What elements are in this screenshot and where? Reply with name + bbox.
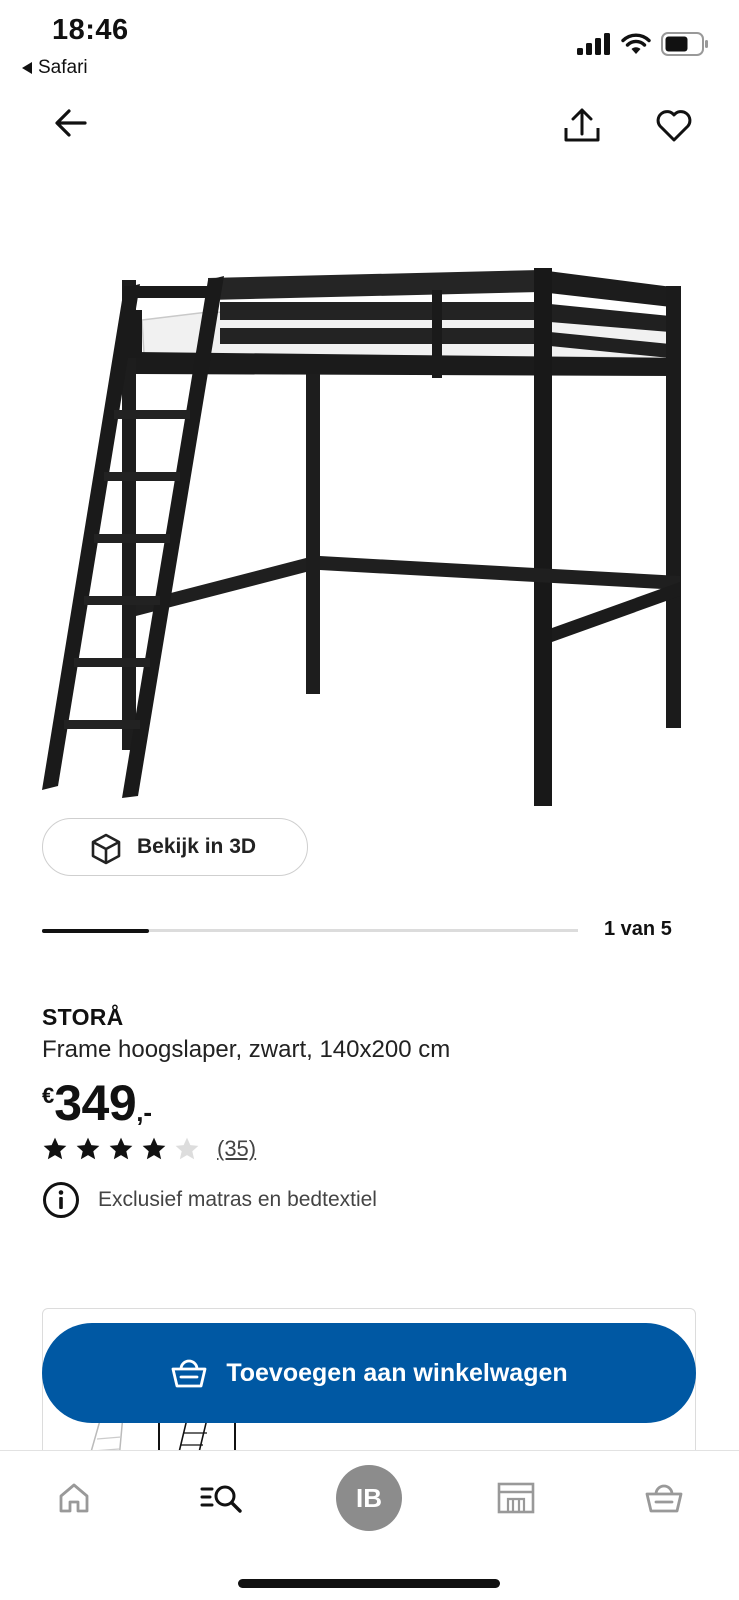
tab-cart[interactable] [634,1473,694,1523]
home-indicator [238,1579,500,1588]
gallery-progress-fill [42,928,150,933]
price-suffix: ,- [136,1097,153,1127]
star-filled-icon [43,1137,67,1160]
cube-3d-icon [91,833,121,865]
tab-profile[interactable]: IB [336,1465,402,1531]
star-filled-icon [142,1137,166,1160]
basket-icon [171,1359,207,1388]
share-icon [564,108,600,142]
product-name: STORÅ [42,1004,124,1030]
back-triangle-icon [22,62,32,74]
star-filled-icon [109,1137,133,1160]
product-description: Frame hoogslaper, zwart, 140x200 cm [42,1036,451,1063]
product-price: € 349 ,- [42,1075,152,1131]
status-time: 18:46 [52,14,129,46]
info-note-text: Exclusief matras en bedtextiel [98,1188,377,1211]
product-image[interactable] [30,250,710,830]
info-note: Exclusief matras en bedtextiel [42,1181,377,1219]
tab-store[interactable] [486,1473,546,1523]
wifi-icon [621,33,651,54]
signal-icon [577,33,610,55]
tab-search[interactable] [192,1473,252,1523]
price-amount: 349 [54,1075,137,1131]
bottom-tab-bar: IB [0,1450,739,1600]
rating-row[interactable]: (35) [42,1136,256,1162]
status-bar: 18:46 Safari [0,0,739,90]
store-icon [497,1482,535,1514]
view-in-3d-label: Bekijk in 3D [137,835,257,858]
price-currency: € [42,1083,55,1108]
add-to-cart-button[interactable]: Toevoegen aan winkelwagen [42,1323,696,1423]
star-filled-icon [76,1137,100,1160]
gallery-progress-bar [42,928,578,933]
basket-icon [645,1484,683,1513]
review-count-link[interactable]: (35) [217,1136,256,1162]
battery-icon [661,32,708,56]
back-app-label: Safari [38,57,88,78]
tab-home[interactable] [44,1473,104,1523]
view-in-3d-button[interactable]: Bekijk in 3D [42,818,308,876]
favourite-button[interactable] [652,104,696,148]
rating-stars [42,1136,200,1162]
back-arrow-icon [55,109,87,137]
star-empty-icon [175,1137,199,1160]
gallery-position-label: 1 van 5 [604,918,672,940]
share-button[interactable] [560,104,604,148]
back-to-app-link[interactable]: Safari [22,57,88,79]
search-icon [200,1485,242,1513]
back-button[interactable] [50,102,92,144]
status-icons [577,32,709,56]
heart-icon [656,110,692,142]
info-icon [43,1182,79,1218]
avatar: IB [356,1482,382,1513]
home-icon [59,1483,89,1513]
add-to-cart-label: Toevoegen aan winkelwagen [226,1358,568,1387]
